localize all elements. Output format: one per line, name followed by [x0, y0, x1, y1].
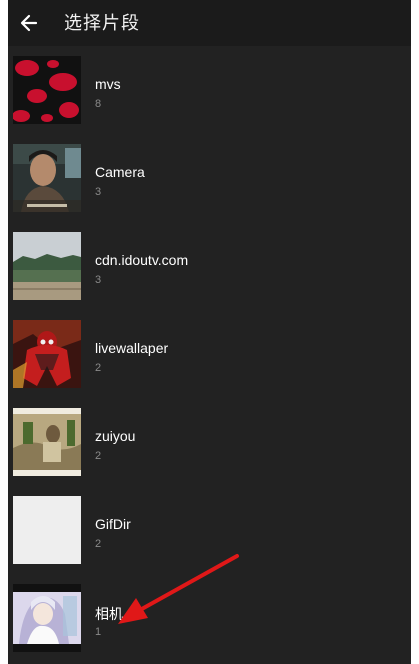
folder-count: 2	[95, 362, 102, 374]
folder-name: Camera	[95, 164, 145, 180]
folder-thumbnail	[13, 144, 81, 212]
folder-count: 3	[95, 274, 102, 286]
page-title: 选择片段	[64, 13, 140, 33]
folder-count: 1	[95, 626, 102, 638]
folder-item-livewallaper[interactable]: livewallaper 2	[8, 310, 411, 398]
folder-thumbnail	[13, 56, 81, 124]
folder-item-zuiyou[interactable]: zuiyou 2	[8, 398, 411, 486]
folder-name: cdn.idoutv.com	[95, 252, 189, 268]
folder-count: 3	[95, 186, 102, 198]
top-bar: 选择片段	[8, 0, 411, 46]
folder-picker-screen: 选择片段 mvs 8 Camera 3 cdn.idoutv.com 3 liv…	[8, 0, 411, 664]
folder-thumbnail	[13, 320, 81, 388]
folder-item-mvs[interactable]: mvs 8	[8, 46, 411, 134]
folder-item-gifdir[interactable]: GifDir 2	[8, 486, 411, 574]
back-button[interactable]	[14, 8, 44, 38]
folder-name: zuiyou	[95, 428, 136, 444]
folder-thumbnail	[13, 496, 81, 564]
folder-name: 相机	[95, 606, 123, 622]
folder-item-xiangji[interactable]: 相机 1	[8, 574, 411, 662]
folder-count: 2	[95, 450, 102, 462]
folder-count: 2	[95, 538, 102, 550]
folder-thumbnail	[13, 232, 81, 300]
folder-item-cdn[interactable]: cdn.idoutv.com 3	[8, 222, 411, 310]
folder-item-camera[interactable]: Camera 3	[8, 134, 411, 222]
folder-thumbnail	[13, 584, 81, 652]
folder-name: GifDir	[95, 516, 131, 532]
folder-name: livewallaper	[95, 340, 169, 356]
folder-name: mvs	[95, 76, 121, 92]
folder-thumbnail	[13, 408, 81, 476]
arrow-left-icon	[20, 14, 38, 32]
folder-count: 8	[95, 98, 102, 110]
